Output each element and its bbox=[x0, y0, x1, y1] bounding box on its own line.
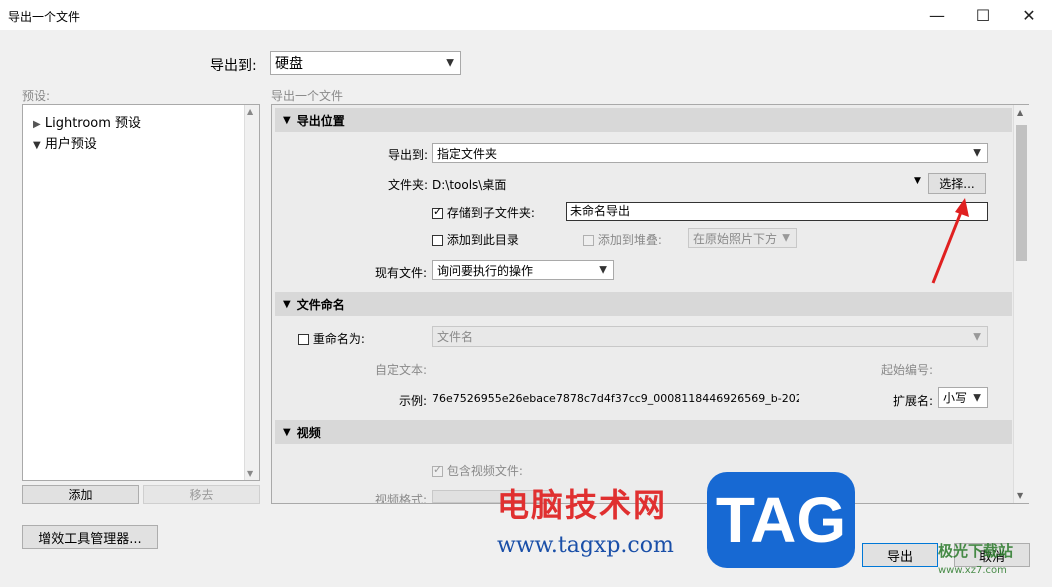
export-to-label: 导出到: bbox=[210, 58, 257, 74]
subfolder-checkbox[interactable]: 存储到子文件夹: bbox=[432, 204, 535, 221]
title-bar bbox=[0, 0, 1052, 30]
chevron-down-icon: ▼ bbox=[973, 331, 981, 342]
section-title: 文件命名 bbox=[296, 297, 345, 312]
checkbox-unchecked-icon[interactable] bbox=[298, 334, 309, 345]
export-to-select[interactable]: 硬盘 ▼ bbox=[270, 51, 461, 75]
watermark-logo: TAG bbox=[707, 472, 855, 568]
collapse-icon: ▼ bbox=[33, 140, 41, 151]
plugin-manager-button[interactable]: 增效工具管理器... bbox=[22, 525, 158, 549]
preset-item-label: Lightroom 预设 bbox=[44, 116, 142, 131]
section-file-naming[interactable]: ▼ 文件命名 bbox=[275, 292, 1012, 316]
chevron-down-icon: ▼ bbox=[782, 232, 790, 244]
panel-title: 导出一个文件 bbox=[271, 89, 344, 103]
presets-label: 预设: bbox=[22, 89, 51, 103]
scroll-up-icon[interactable]: ▲ bbox=[1017, 108, 1023, 117]
scroll-down-icon[interactable]: ▼ bbox=[1017, 491, 1023, 500]
window-title: 导出一个文件 bbox=[8, 10, 81, 24]
rename-checkbox[interactable]: 重命名为: bbox=[298, 330, 365, 347]
section-title: 导出位置 bbox=[296, 113, 345, 128]
select-value: 小写 bbox=[943, 391, 968, 405]
add-preset-button[interactable]: 添加 bbox=[22, 485, 139, 504]
close-button[interactable]: ✕ bbox=[1006, 0, 1052, 30]
collapse-icon: ▼ bbox=[283, 298, 291, 310]
select-value: 指定文件夹 bbox=[437, 146, 498, 161]
watermark-site-url: www.tagxp.com bbox=[497, 533, 674, 558]
section-export-location[interactable]: ▼ 导出位置 bbox=[275, 108, 1012, 132]
export-button[interactable]: 导出 bbox=[862, 543, 938, 567]
location-export-to-select[interactable]: 指定文件夹 ▼ bbox=[432, 143, 988, 163]
extension-label: 扩展名: bbox=[893, 394, 934, 408]
choose-folder-button[interactable]: 选择... bbox=[928, 173, 986, 194]
stack-position-select[interactable]: 在原始照片下方 ▼ bbox=[688, 228, 797, 248]
folder-label: 文件夹: bbox=[388, 178, 429, 192]
checkbox-unchecked-icon[interactable] bbox=[583, 235, 594, 246]
chevron-down-icon: ▼ bbox=[599, 264, 607, 276]
checkbox-label: 存储到子文件夹: bbox=[446, 206, 535, 220]
collapse-icon: ▼ bbox=[283, 114, 291, 126]
preset-item-user[interactable]: ▼ 用户预设 bbox=[33, 133, 97, 152]
example-filename: 76e7526955e26ebace7878c7d4f37cc9_0008118… bbox=[432, 392, 799, 405]
annotation-arrow bbox=[931, 198, 969, 284]
checkbox-unchecked-icon[interactable] bbox=[432, 235, 443, 246]
checkbox-label: 包含视频文件: bbox=[446, 464, 523, 478]
preset-item-lightroom[interactable]: ▶ Lightroom 预设 bbox=[33, 112, 141, 131]
start-number-label: 起始编号: bbox=[881, 363, 934, 377]
presets-scrollbar[interactable]: ▲ ▼ bbox=[244, 105, 259, 480]
checkbox-label: 添加到堆叠: bbox=[597, 233, 662, 247]
export-to-value: 硬盘 bbox=[275, 56, 303, 72]
preset-item-label: 用户预设 bbox=[44, 137, 97, 152]
scroll-up-icon[interactable]: ▲ bbox=[247, 107, 253, 116]
collapse-icon: ▼ bbox=[283, 426, 291, 438]
add-to-catalog-checkbox[interactable]: 添加到此目录 bbox=[432, 231, 519, 248]
presets-list[interactable]: ▶ Lightroom 预设 ▼ 用户预设 ▲ ▼ bbox=[22, 104, 260, 481]
section-title: 视频 bbox=[296, 425, 321, 440]
remove-preset-button[interactable]: 移去 bbox=[143, 485, 260, 504]
checkbox-label: 重命名为: bbox=[312, 332, 365, 346]
include-video-checkbox[interactable]: 包含视频文件: bbox=[432, 462, 523, 479]
checkbox-checked-icon[interactable] bbox=[432, 205, 443, 219]
rename-template-select[interactable]: 文件名 ▼ bbox=[432, 326, 988, 347]
folder-history-dropdown-icon[interactable]: ▼ bbox=[914, 176, 921, 186]
example-label: 示例: bbox=[399, 394, 428, 408]
scroll-down-icon[interactable]: ▼ bbox=[247, 469, 253, 478]
checkbox-label: 添加到此目录 bbox=[446, 233, 519, 247]
maximize-button[interactable]: ☐ bbox=[960, 0, 1006, 30]
watermark-corner-name: 极光下载站 bbox=[938, 542, 1014, 560]
scroll-thumb[interactable] bbox=[1016, 125, 1027, 261]
folder-path: D:\tools\桌面 bbox=[432, 178, 507, 192]
custom-text-label: 自定文本: bbox=[375, 363, 428, 377]
watermark-site-name: 电脑技术网 bbox=[497, 486, 668, 524]
select-value: 询问要执行的操作 bbox=[437, 263, 534, 278]
chevron-down-icon: ▼ bbox=[973, 147, 981, 159]
extension-select[interactable]: 小写 ▼ bbox=[938, 387, 988, 408]
section-video[interactable]: ▼ 视频 bbox=[275, 420, 1012, 444]
location-export-to-label: 导出到: bbox=[388, 148, 429, 162]
minimize-button[interactable]: — bbox=[914, 0, 960, 30]
existing-files-select[interactable]: 询问要执行的操作 ▼ bbox=[432, 260, 614, 280]
settings-scrollbar[interactable]: ▲ ▼ bbox=[1013, 105, 1029, 503]
checkbox-checked-icon[interactable] bbox=[432, 463, 443, 477]
select-value: 文件名 bbox=[437, 330, 474, 344]
chevron-down-icon: ▼ bbox=[446, 57, 454, 69]
video-format-label: 视频格式: bbox=[375, 493, 428, 503]
select-value: 在原始照片下方 bbox=[693, 231, 778, 246]
chevron-down-icon: ▼ bbox=[973, 392, 981, 403]
expand-icon: ▶ bbox=[33, 119, 41, 130]
add-to-stack-checkbox[interactable]: 添加到堆叠: bbox=[583, 231, 662, 248]
existing-files-label: 现有文件: bbox=[375, 266, 428, 280]
watermark-corner-url: www.xz7.com bbox=[938, 565, 1007, 576]
